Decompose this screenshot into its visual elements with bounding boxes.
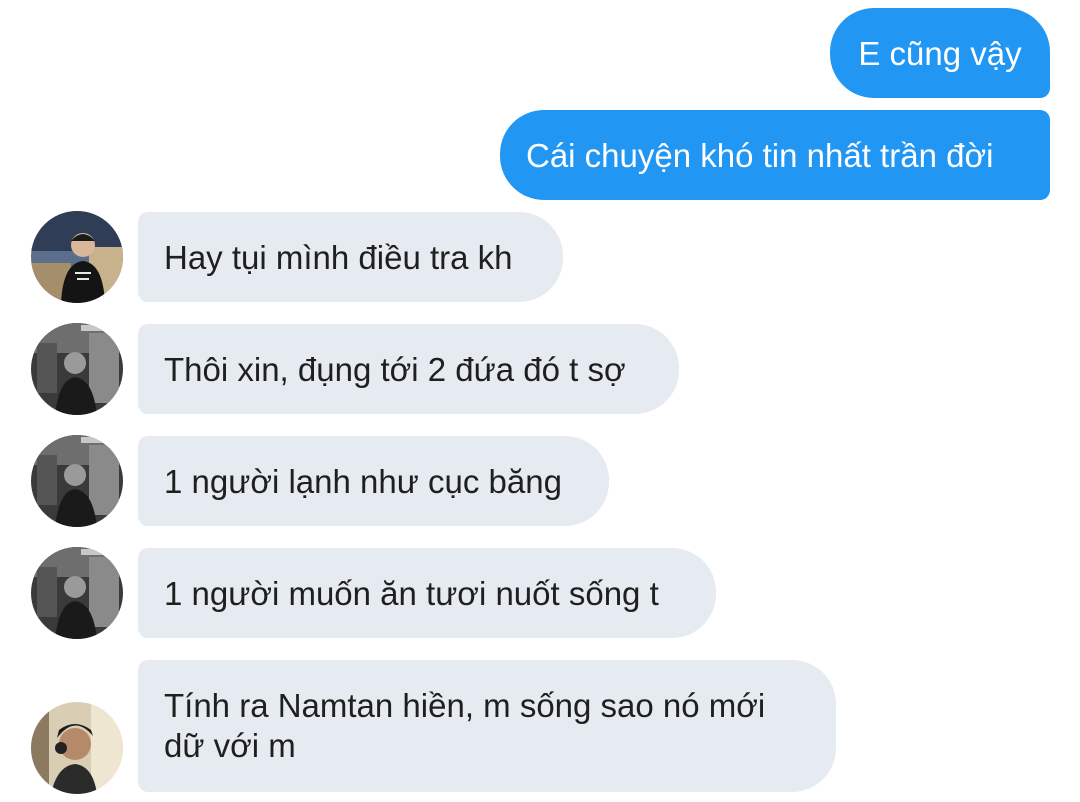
outgoing-message[interactable]: Cái chuyện khó tin nhất trần đời [500, 110, 1050, 200]
message-text: Hay tụi mình điều tra kh [164, 239, 513, 276]
incoming-message[interactable]: Thôi xin, đụng tới 2 đứa đó t sợ [138, 324, 679, 414]
incoming-message[interactable]: 1 người lạnh như cục băng [138, 436, 609, 526]
message-text: Cái chuyện khó tin nhất trần đời [526, 137, 994, 174]
avatar-photo-icon [31, 323, 123, 415]
avatar-photo-icon [31, 211, 123, 303]
message-text: 1 người lạnh như cục băng [164, 463, 562, 500]
message-text-line: Tính ra Namtan hiền, m sống sao nó mới [164, 687, 766, 724]
avatar[interactable] [31, 435, 123, 527]
avatar[interactable] [31, 702, 123, 794]
incoming-message[interactable]: 1 người muốn ăn tươi nuốt sống t [138, 548, 716, 638]
avatar-photo-icon [31, 702, 123, 794]
message-text-line: dữ với m [164, 727, 296, 764]
message-text: E cũng vậy [858, 35, 1022, 72]
message-text: Thôi xin, đụng tới 2 đứa đó t sợ [164, 351, 626, 388]
incoming-message[interactable]: Tính ra Namtan hiền, m sống sao nó mới d… [138, 660, 836, 792]
avatar-photo-icon [31, 547, 123, 639]
avatar-photo-icon [31, 435, 123, 527]
message-text: 1 người muốn ăn tươi nuốt sống t [164, 575, 659, 612]
avatar[interactable] [31, 547, 123, 639]
avatar[interactable] [31, 323, 123, 415]
incoming-message[interactable]: Hay tụi mình điều tra kh [138, 212, 563, 302]
avatar[interactable] [31, 211, 123, 303]
outgoing-message[interactable]: E cũng vậy [830, 8, 1050, 98]
